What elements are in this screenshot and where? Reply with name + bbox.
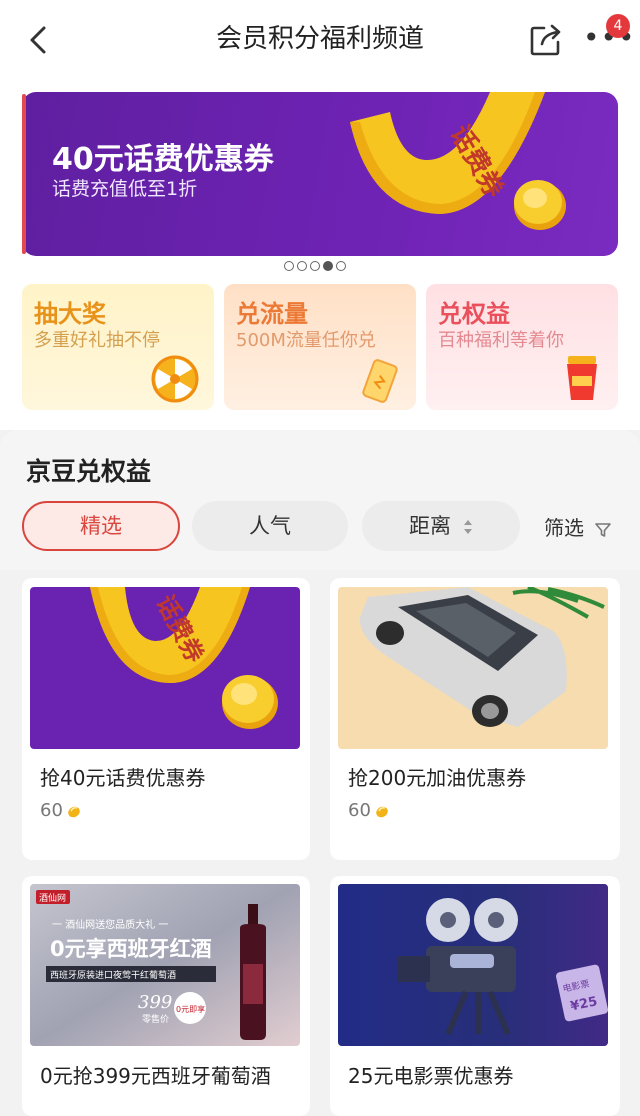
card-subtitle: 多重好礼抽不停 xyxy=(34,330,160,351)
wine-price-caption: 零售价 xyxy=(142,1013,169,1025)
wine-logo-text: 酒仙网 xyxy=(39,892,66,904)
sort-arrows-icon xyxy=(464,520,472,534)
wine-top-text: 一 酒仙网送您品质大礼 一 xyxy=(52,918,168,931)
tab-distance[interactable]: 距离 xyxy=(362,501,520,551)
coffee-cup-icon xyxy=(567,356,597,400)
card-subtitle: 百种福利等着你 xyxy=(438,330,564,351)
banner-subtitle: 话费充值低至1折 xyxy=(52,178,198,200)
wine-headline: 0元享西班牙红酒 xyxy=(50,937,212,961)
product-name: 25元电影票优惠券 xyxy=(348,1064,514,1088)
card-title: 抽大奖 xyxy=(34,300,106,328)
product-points: 60 xyxy=(348,800,389,821)
card-title: 兑流量 xyxy=(236,300,308,328)
share-icon[interactable] xyxy=(528,22,564,58)
product-name: 抢40元话费优惠券 xyxy=(40,766,206,790)
wine-free-badge: 0元即享 xyxy=(176,1004,205,1014)
wine-promo-image: 酒仙网 一 酒仙网送您品质大礼 一 0元享西班牙红酒 西班牙原装进口夜莺干红葡萄… xyxy=(30,884,300,1046)
filter-label: 筛选 xyxy=(544,516,584,540)
carousel-dot[interactable] xyxy=(297,261,307,271)
movie-ticket-image: 电影票 ¥25 xyxy=(338,884,608,1046)
tab-popular[interactable]: 人气 xyxy=(192,501,348,551)
filter-button[interactable]: 筛选 xyxy=(544,512,612,541)
jingdou-bean-icon xyxy=(376,806,388,818)
banner-title: 40元话费优惠券 xyxy=(52,142,274,177)
product-name: 抢200元加油优惠券 xyxy=(348,766,527,790)
voucher-ribbon-illustration: 话费券 xyxy=(350,92,566,230)
product-points: 60 xyxy=(40,800,81,821)
points-value: 60 xyxy=(348,800,371,821)
lucky-wheel-icon xyxy=(151,355,199,403)
wine-price: 399 xyxy=(138,992,172,1013)
section-title: 京豆兑权益 xyxy=(26,457,152,486)
jingdou-bean-icon xyxy=(68,806,80,818)
points-value: 60 xyxy=(40,800,63,821)
phone-credit-voucher-image: 话费券 xyxy=(30,587,300,749)
product-name: 0元抢399元西班牙葡萄酒 xyxy=(40,1064,271,1088)
card-subtitle: 500M流量任你兑 xyxy=(236,330,376,351)
card-title: 兑权益 xyxy=(438,300,510,328)
phone-icon xyxy=(362,359,398,403)
tab-featured[interactable]: 精选 xyxy=(22,501,180,551)
carousel-dot[interactable] xyxy=(284,261,294,271)
notification-badge: 4 xyxy=(606,14,630,38)
tab-distance-label: 距离 xyxy=(409,514,451,538)
car-image xyxy=(338,587,608,749)
carousel-dot-active[interactable] xyxy=(323,261,333,271)
filter-funnel-icon xyxy=(595,522,612,537)
carousel-dot[interactable] xyxy=(336,261,346,271)
banner-accent xyxy=(22,94,26,254)
carousel-indicator[interactable] xyxy=(284,261,360,273)
carousel-dot[interactable] xyxy=(310,261,320,271)
wine-desc: 西班牙原装进口夜莺干红葡萄酒 xyxy=(50,969,176,981)
